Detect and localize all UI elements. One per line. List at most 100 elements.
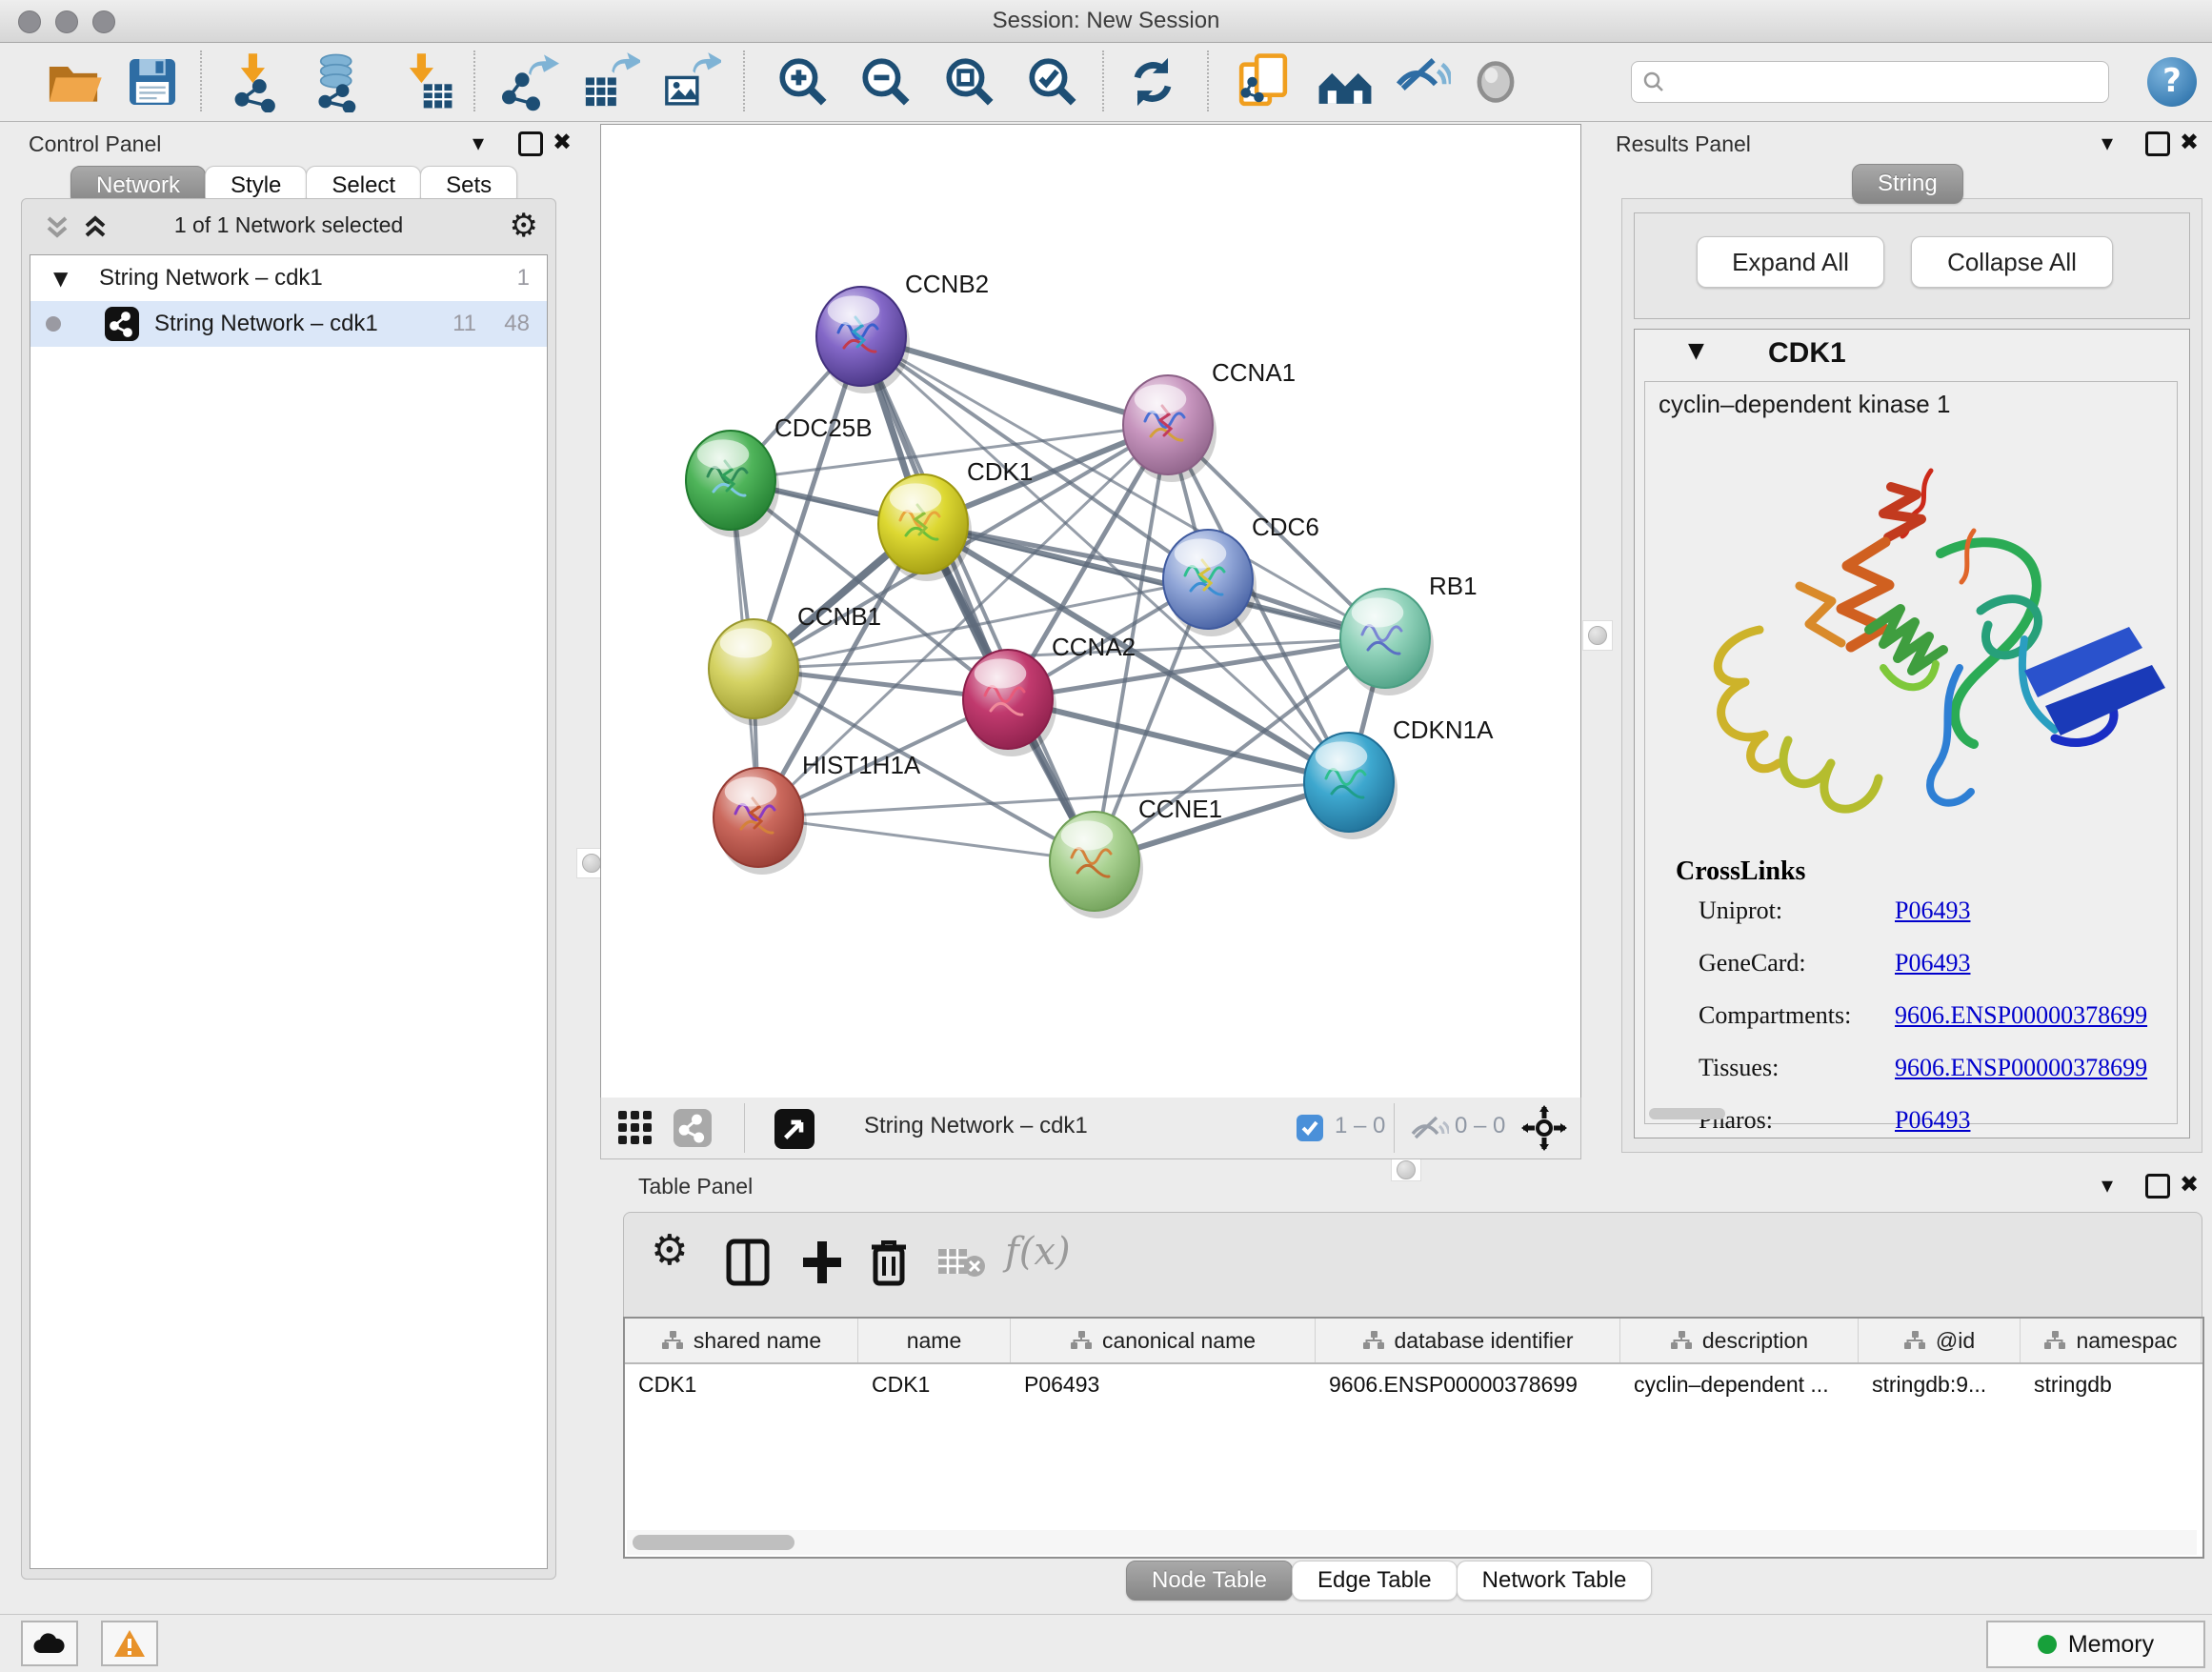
memory-button[interactable]: Memory (1986, 1621, 2205, 1668)
tab-string[interactable]: String (1852, 164, 1963, 204)
crosslink-link[interactable]: 9606.ENSP00000378699 (1895, 1054, 2147, 1082)
network-node-label: RB1 (1429, 572, 1478, 600)
tab-node-table[interactable]: Node Table (1126, 1561, 1293, 1601)
results-hscrollbar[interactable] (1649, 1108, 1725, 1119)
selected-checkbox-icon[interactable] (1297, 1115, 1323, 1141)
table-panel-close-icon[interactable]: ✖ (2180, 1171, 2199, 1198)
network-node[interactable]: CDKN1A (1304, 715, 1494, 839)
toolbar-separator (1102, 50, 1104, 111)
control-panel-body: 1 of 1 Network selected ⚙ ▼ String Netwo… (21, 198, 556, 1580)
crosslink-link[interactable]: P06493 (1895, 1106, 1970, 1135)
table-column-header[interactable]: @id (1859, 1319, 2021, 1362)
table-cell[interactable]: CDK1 (858, 1364, 1011, 1404)
window-title: Session: New Session (0, 8, 2212, 34)
grid-view-icon[interactable] (618, 1111, 656, 1145)
table-hscrollbar-thumb[interactable] (633, 1535, 794, 1550)
network-node[interactable]: CCNE1 (1050, 795, 1222, 918)
open-session-icon[interactable] (43, 51, 104, 112)
collapse-all-button[interactable]: Collapse All (1911, 236, 2113, 288)
save-session-icon[interactable] (122, 51, 183, 112)
export-table-icon[interactable] (579, 51, 640, 112)
export-network-icon[interactable] (498, 51, 559, 112)
table-settings-gear-icon[interactable]: ⚙ (651, 1226, 688, 1275)
table-panel-title: Table Panel (638, 1174, 753, 1199)
network-graph[interactable]: CCNB2CCNA1CDC25BCDK1CDC6RB1CCNB1CCNA2CDK… (601, 125, 1579, 1097)
create-column-plus-icon[interactable] (797, 1236, 847, 1289)
first-neighbors-icon[interactable] (1315, 51, 1376, 112)
network-node-label: CDKN1A (1393, 715, 1494, 744)
expand-all-button[interactable]: Expand All (1697, 236, 1884, 288)
birds-eye-view-icon[interactable] (774, 1109, 814, 1149)
table-panel-float-icon[interactable] (2145, 1174, 2170, 1199)
memory-status-dot-icon (2038, 1635, 2057, 1654)
duplicate-network-icon[interactable] (1233, 51, 1294, 112)
collection-count: 1 (517, 255, 530, 301)
delete-column-trash-icon[interactable] (866, 1236, 912, 1289)
import-network-database-icon[interactable] (308, 51, 369, 112)
table-cell[interactable]: cyclin–dependent ... (1620, 1364, 1859, 1404)
search-input[interactable] (1631, 61, 2109, 103)
table-cell[interactable]: 9606.ENSP00000378699 (1316, 1364, 1620, 1404)
table-column-header[interactable]: shared name (625, 1319, 858, 1362)
network-row[interactable]: String Network – cdk1 11 48 (30, 301, 547, 347)
delete-table-icon[interactable] (936, 1245, 986, 1279)
show-columns-icon[interactable] (723, 1236, 773, 1289)
results-buttons-box: Expand All Collapse All (1634, 212, 2190, 319)
network-view-canvas[interactable]: CCNB2CCNA1CDC25BCDK1CDC6RB1CCNB1CCNA2CDK… (600, 124, 1581, 1099)
results-panel-menu-icon[interactable]: ▾ (2101, 130, 2113, 156)
main-toolbar: ? (0, 43, 2212, 122)
export-image-icon[interactable] (660, 51, 721, 112)
gene-section-collapse-icon[interactable]: ▼ (1688, 339, 1704, 363)
right-splitter-handle[interactable] (1582, 620, 1613, 651)
network-badge-icon[interactable] (674, 1109, 712, 1147)
zoom-in-icon[interactable] (773, 51, 834, 112)
cloud-status-button[interactable] (21, 1621, 78, 1666)
control-panel-menu-icon[interactable]: ▾ (473, 130, 484, 156)
table-column-header[interactable]: name (858, 1319, 1011, 1362)
crosslink-link[interactable]: 9606.ENSP00000378699 (1895, 1001, 2147, 1030)
table-column-header[interactable]: description (1620, 1319, 1859, 1362)
refresh-view-icon[interactable] (1122, 51, 1183, 112)
network-label: String Network – cdk1 (154, 301, 378, 347)
network-edge[interactable] (861, 336, 1095, 861)
table-cell[interactable]: stringdb:9... (1859, 1364, 2021, 1404)
zoom-selected-icon[interactable] (1022, 51, 1083, 112)
hidden-eye-icon[interactable] (1409, 1115, 1449, 1143)
network-node[interactable]: RB1 (1340, 572, 1478, 695)
network-options-gear-icon[interactable]: ⚙ (510, 207, 538, 245)
results-panel-close-icon[interactable]: ✖ (2180, 129, 2199, 155)
network-collection-row[interactable]: ▼ String Network – cdk1 1 (30, 255, 547, 301)
results-panel-float-icon[interactable] (2145, 131, 2170, 156)
tab-edge-table[interactable]: Edge Table (1292, 1561, 1458, 1601)
table-panel-menu-icon[interactable]: ▾ (2101, 1172, 2113, 1199)
crosslink-label: Uniprot: (1699, 896, 1782, 925)
table-cell[interactable]: CDK1 (625, 1364, 858, 1404)
help-button[interactable]: ? (2147, 57, 2197, 107)
table-cell[interactable]: stringdb (2021, 1364, 2202, 1404)
zoom-fit-icon[interactable] (939, 51, 1000, 112)
table-row[interactable]: CDK1CDK1P064939606.ENSP00000378699cyclin… (625, 1364, 2202, 1404)
network-node-label: CDK1 (967, 457, 1033, 486)
table-column-header[interactable]: database identifier (1316, 1319, 1620, 1362)
table-column-header[interactable]: canonical name (1011, 1319, 1316, 1362)
network-edge[interactable] (758, 817, 1095, 861)
center-view-crosshair-icon[interactable] (1521, 1105, 1567, 1151)
tab-network-table[interactable]: Network Table (1457, 1561, 1653, 1601)
gene-section: ▼ CDK1 cyclin–dependent kinase 1 (1634, 329, 2190, 1138)
table-cell[interactable]: P06493 (1011, 1364, 1316, 1404)
crosslink-link[interactable]: P06493 (1895, 949, 1970, 977)
hide-selected-eye-icon[interactable] (1390, 51, 1451, 112)
network-node-label: CCNB1 (797, 602, 881, 631)
import-network-file-icon[interactable] (227, 51, 288, 112)
control-panel-float-icon[interactable] (518, 131, 543, 156)
table-column-header[interactable]: namespac (2021, 1319, 2202, 1362)
import-table-file-icon[interactable] (395, 51, 456, 112)
table-hscrollbar[interactable] (627, 1530, 2197, 1555)
control-panel-close-icon[interactable]: ✖ (553, 129, 572, 155)
warning-status-button[interactable] (101, 1621, 158, 1666)
function-builder-icon[interactable]: f(x) (1005, 1230, 1071, 1274)
show-all-eye-icon[interactable] (1465, 51, 1526, 112)
crosslink-link[interactable]: P06493 (1895, 896, 1970, 925)
collection-expand-icon[interactable]: ▼ (53, 255, 68, 301)
zoom-out-icon[interactable] (855, 51, 916, 112)
